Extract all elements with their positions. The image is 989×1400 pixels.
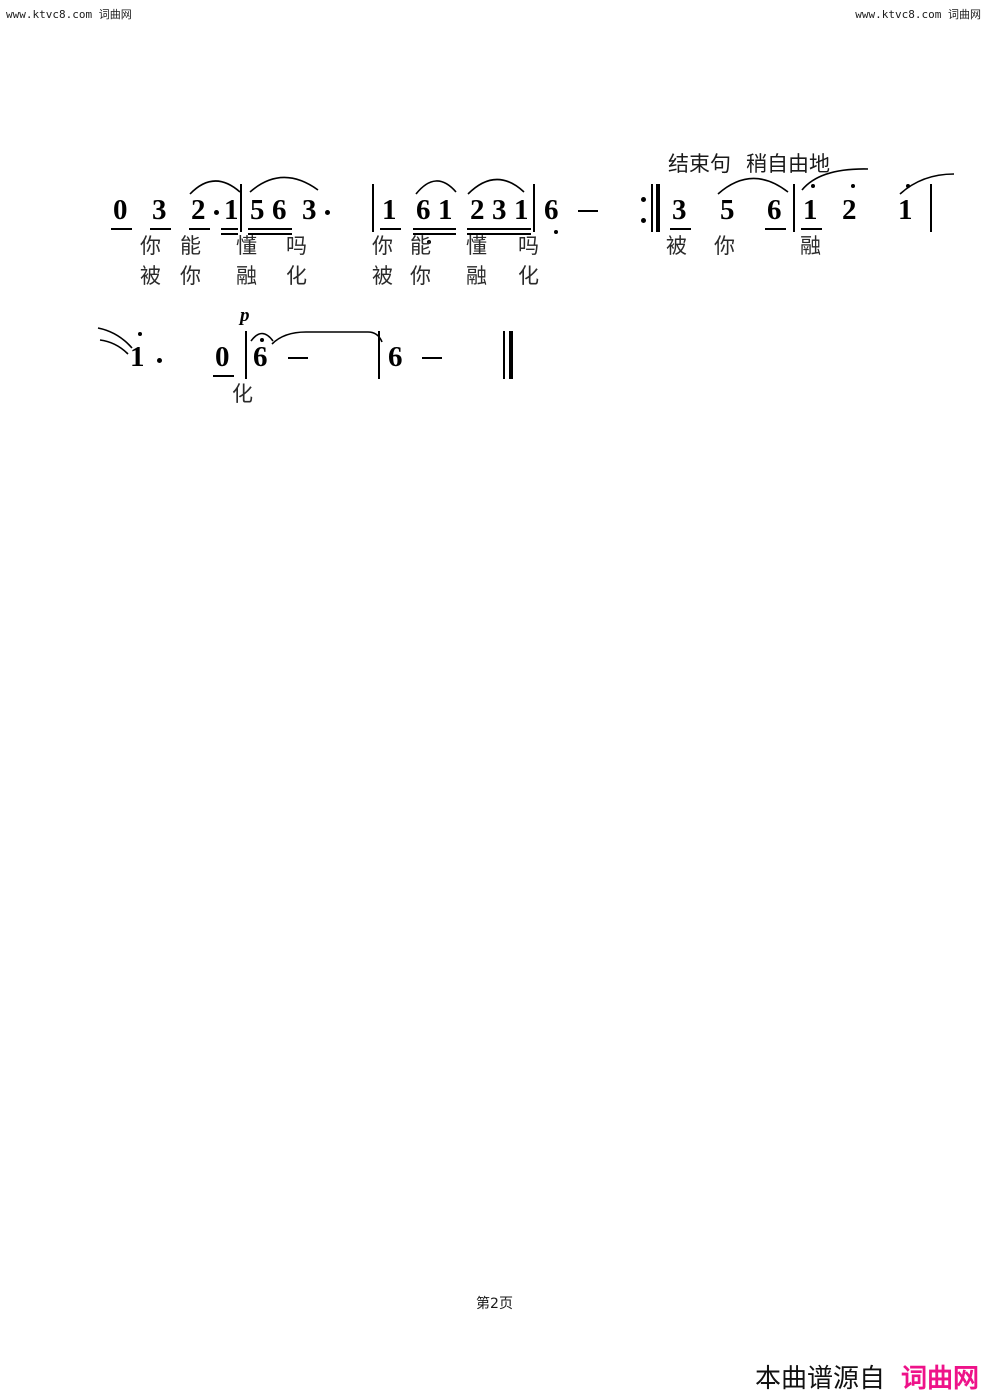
repeat-barline-thin [651, 184, 653, 232]
sheet-music-score: 结束句 稍自由地 0 3 2 1 5 6 3 1 6 1 2 3 1 6 3 5… [0, 0, 989, 1400]
lyric-m1-l2-b: 你 [180, 264, 201, 288]
note-m3-n3: 1 [438, 194, 453, 226]
lyric-m1-l1-a: 你 [140, 234, 161, 258]
note-m5-n2: 5 [720, 194, 735, 226]
barline-1 [240, 184, 242, 232]
octave-dot-high-m7-n1 [138, 332, 142, 336]
lyric-end-l2-a: 被 [666, 234, 687, 258]
note-m1-n2: 3 [152, 194, 167, 226]
beam-m3-n1 [380, 228, 401, 230]
augmentation-dot-m2-n3 [325, 210, 330, 215]
note-m5-n1: 3 [672, 194, 687, 226]
note-m6-n2: 2 [842, 194, 857, 226]
repeat-dot-lower [641, 218, 646, 223]
note-m3-n5: 3 [492, 194, 507, 226]
lyric-m1-l1-b: 能 [180, 234, 201, 258]
lyric-m3-l1-c: 懂 [466, 234, 487, 258]
lyric-m1-l2-a: 被 [140, 264, 161, 288]
barline-3 [533, 184, 535, 232]
lyric-m3-l1-b: 能 [410, 234, 431, 258]
sustain-dash-m8 [288, 357, 308, 359]
beam-m1-n3 [189, 228, 210, 230]
lyric-m2-l2-a: 融 [236, 264, 257, 288]
lyric-m2-l2-b: 化 [286, 264, 307, 288]
beam-m1-n1 [111, 228, 132, 230]
source-label: 本曲谱源自 [754, 1364, 885, 1394]
note-m8-n1: 6 [253, 341, 268, 373]
tie-system1-to-system2 [899, 173, 955, 195]
tie-m8-to-m9 [271, 331, 383, 345]
beam-m5-n3 [765, 228, 786, 230]
barline-5 [930, 184, 932, 232]
augmentation-dot-m7-n1 [157, 358, 162, 363]
beam-m5-n1 [670, 228, 691, 230]
note-m3-n2: 6 [416, 194, 431, 226]
lyric-m4-l2-a: 化 [518, 264, 539, 288]
slur-m3-b [467, 178, 525, 195]
source-footer: 本曲谱源自 词曲网 [755, 1358, 979, 1395]
beam-m6-n1 [801, 228, 822, 230]
beam-m2-a [248, 228, 292, 230]
octave-dot-low-m4-n1 [554, 230, 558, 234]
note-m5-n3: 6 [767, 194, 782, 226]
note-m6-n3: 1 [898, 194, 913, 226]
note-m2-n2: 6 [272, 194, 287, 226]
lyric-end-l2-b: 你 [714, 234, 735, 258]
slur-m5 [717, 177, 789, 195]
page-number: 第2页 [476, 1296, 513, 1312]
note-m7-n2: 0 [215, 341, 230, 373]
note-m1-n3: 2 [191, 194, 206, 226]
note-m3-n4: 2 [470, 194, 485, 226]
beam-m1-n2 [150, 228, 171, 230]
beam-m7-n2 [213, 375, 234, 377]
note-m2-n1: 5 [250, 194, 265, 226]
lyric-m3-l2-b: 你 [410, 264, 431, 288]
augmentation-dot-m1-n3 [214, 210, 219, 215]
barline-7 [378, 331, 380, 379]
final-barline-thick [509, 331, 513, 379]
lyric-m3-l2-a: 被 [372, 264, 393, 288]
lyric-m2-l1-b: 吗 [286, 234, 307, 258]
note-m6-n1: 1 [803, 194, 818, 226]
slur-m1 [189, 180, 241, 195]
dynamic-marking-p: p [240, 305, 250, 326]
note-m7-n1: 1 [130, 341, 145, 373]
note-m3-n1: 1 [382, 194, 397, 226]
barline-6 [245, 331, 247, 379]
source-site-link[interactable]: 词曲网 [901, 1364, 979, 1394]
lyric-m3-l2-c: 融 [466, 264, 487, 288]
repeat-barline-thick [656, 184, 660, 232]
beam-m3-ab [413, 228, 456, 230]
lyric-m3-l1-a: 你 [372, 234, 393, 258]
beam-m1-n4-a [221, 228, 238, 230]
barline-2 [372, 184, 374, 232]
note-m1-n1: 0 [113, 194, 128, 226]
lyric-system2-hua: 化 [232, 382, 253, 406]
lyric-m2-l1-a: 懂 [236, 234, 257, 258]
lyric-end-l2-c: 融 [800, 234, 821, 258]
note-m2-n3: 3 [302, 194, 317, 226]
repeat-dot-upper [641, 197, 646, 202]
slur-m2 [249, 176, 319, 193]
slur-m3-a [415, 180, 457, 195]
lyric-m4-l1-a: 吗 [518, 234, 539, 258]
note-m1-n4: 1 [224, 194, 239, 226]
sustain-dash-m9 [422, 357, 442, 359]
sustain-dash-m4 [578, 210, 598, 212]
beam-m3-cd [467, 228, 531, 230]
note-m3-n6: 1 [514, 194, 529, 226]
final-barline-thin [503, 331, 505, 379]
note-m9-n1: 6 [388, 341, 403, 373]
note-m4-n1: 6 [544, 194, 559, 226]
slur-m6-a [801, 168, 869, 191]
barline-4 [793, 184, 795, 232]
